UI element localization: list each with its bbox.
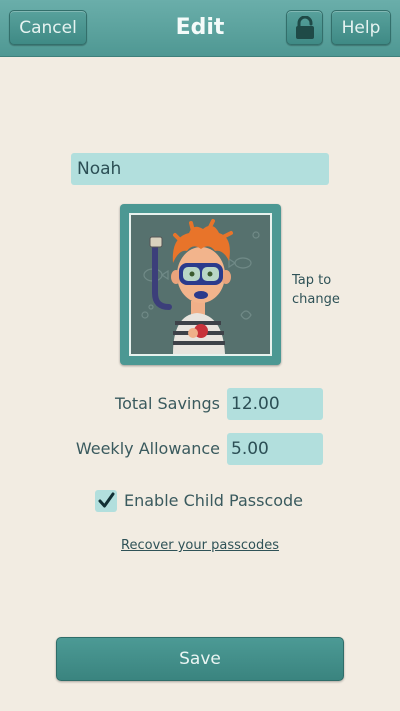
cancel-button[interactable]: Cancel xyxy=(9,10,87,45)
total-savings-input[interactable]: 12.00 xyxy=(227,388,323,420)
lock-open-icon xyxy=(295,15,314,39)
avatar-picker[interactable] xyxy=(120,204,281,365)
lock-button[interactable] xyxy=(286,10,323,45)
avatar xyxy=(129,213,272,356)
save-button-label: Save xyxy=(179,649,221,669)
recover-passcodes-link[interactable]: Recover your passcodes xyxy=(80,536,320,556)
child-name-input[interactable]: Noah xyxy=(71,153,329,185)
save-button[interactable]: Save xyxy=(56,637,344,681)
page-title: Edit xyxy=(175,15,225,40)
avatar-hint: Tap to change xyxy=(292,273,340,307)
weekly-allowance-label: Weekly Allowance xyxy=(75,439,220,458)
checkmark-icon xyxy=(98,492,115,508)
enable-passcode-checkbox[interactable] xyxy=(95,490,117,512)
help-button-label: Help xyxy=(341,17,381,38)
top-nav-bar: Cancel Edit Help xyxy=(0,0,400,57)
snorkel-kid-avatar-image xyxy=(131,215,270,354)
total-savings-label: Total Savings xyxy=(115,394,220,413)
weekly-allowance-input[interactable]: 5.00 xyxy=(227,433,323,465)
help-button[interactable]: Help xyxy=(331,10,391,45)
cancel-button-label: Cancel xyxy=(19,17,77,38)
enable-passcode-label[interactable]: Enable Child Passcode xyxy=(124,488,303,514)
